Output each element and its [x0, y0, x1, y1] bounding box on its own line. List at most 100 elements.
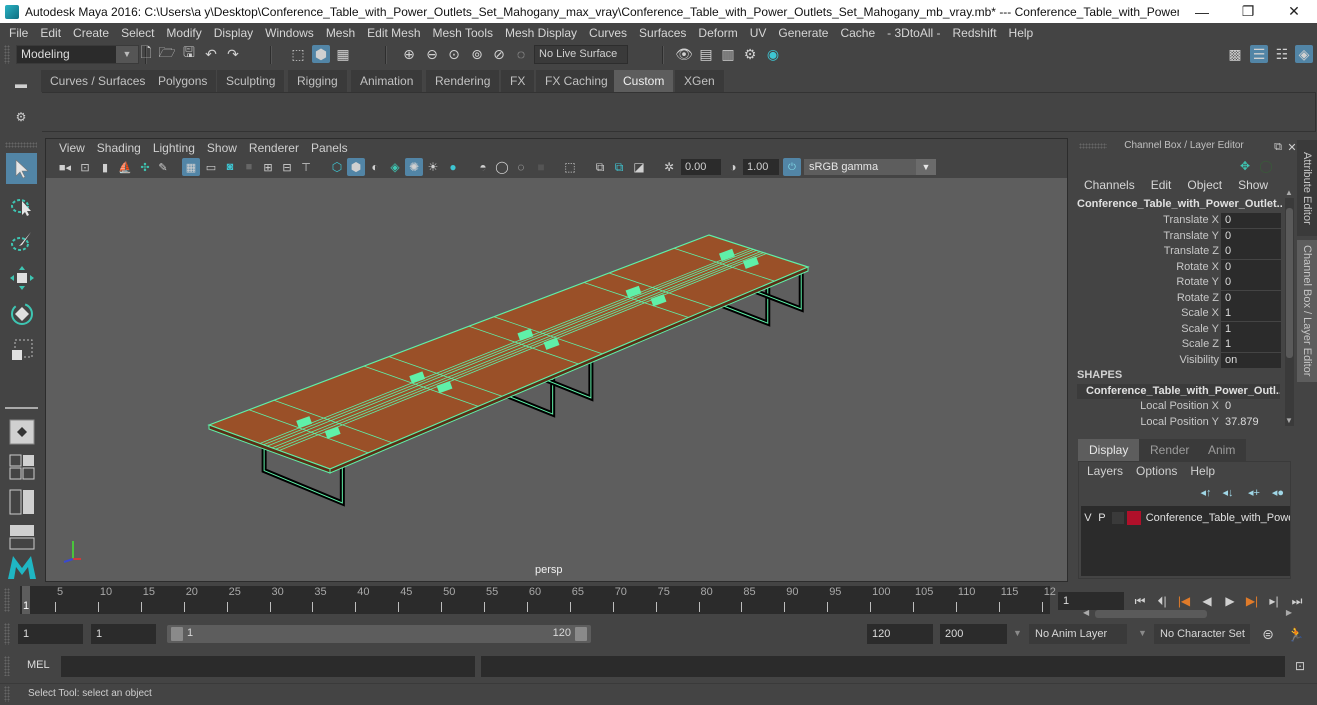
render-current-frame-icon[interactable]: ▤ — [697, 45, 715, 63]
image-plane-icon[interactable]: ⛵ — [116, 158, 134, 176]
shelf-settings-icon[interactable]: ⚙ — [12, 108, 30, 126]
stacked-pane-layout-button[interactable] — [6, 521, 37, 552]
select-hierarchy-icon[interactable]: ⬚ — [289, 45, 307, 63]
shelf-tab-rigging[interactable]: Rigging — [288, 70, 348, 92]
scroll-down-icon[interactable]: ▼ — [1285, 416, 1293, 425]
wireframe-on-shaded-icon[interactable]: ◐ — [366, 158, 384, 176]
menu-curves[interactable]: Curves — [583, 26, 633, 40]
channel-row[interactable]: Scale Y1 — [1073, 321, 1283, 337]
panel-menu-shading[interactable]: Shading — [91, 141, 147, 155]
script-editor-icon[interactable]: ⊡ — [1291, 657, 1309, 675]
menu-edit[interactable]: Edit — [34, 26, 67, 40]
shadows-icon[interactable]: ☀ — [424, 158, 442, 176]
xray-joints-icon[interactable]: ⧉ — [591, 158, 609, 176]
anti-aliasing-icon[interactable]: ◯ — [493, 158, 511, 176]
channel-row[interactable]: Translate Z0 — [1073, 244, 1283, 259]
exposure-field[interactable]: 0.00 — [681, 159, 721, 175]
render-view-icon[interactable]: 👁 — [675, 45, 693, 63]
playback-start-field[interactable]: 1 — [91, 624, 156, 644]
motion-blur-icon[interactable]: ◓ — [474, 158, 492, 176]
snap-curve-icon[interactable]: ⊖ — [423, 45, 441, 63]
close-button[interactable]: ✕ — [1271, 3, 1317, 20]
open-scene-icon[interactable]: 🗁 — [158, 44, 176, 63]
smooth-shade-icon[interactable]: ⬢ — [347, 158, 365, 176]
chevron-down-icon[interactable]: ▼ — [1013, 628, 1022, 638]
scroll-up-icon[interactable]: ▲ — [1285, 188, 1293, 197]
undo-icon[interactable]: ↶ — [202, 45, 220, 63]
time-slider[interactable]: 1 5 10 15 20 25 30 35 40 45 50 55 60 65 70 75 80 85 90 95 1… — [20, 586, 1056, 614]
le-menu-options[interactable]: Options — [1128, 464, 1182, 478]
select-object-icon[interactable]: ⬢ — [312, 45, 330, 63]
animation-start-field[interactable]: 1 — [18, 624, 83, 644]
channel-row[interactable]: Visibility on — [1073, 352, 1283, 368]
panel-menu-show[interactable]: Show — [201, 141, 243, 155]
channel-row[interactable]: Scale Z1 — [1073, 337, 1283, 352]
shape-channel-row[interactable]: Local Position X0 — [1073, 399, 1283, 414]
channel-value-field[interactable]: 0 — [1221, 275, 1281, 290]
play-forwards-button[interactable]: ▶ — [1221, 594, 1239, 608]
view-transform-dropdown[interactable]: sRGB gamma ▼ — [804, 159, 936, 175]
shelf-tab-animation[interactable]: Animation — [351, 70, 424, 92]
current-frame-marker[interactable]: 1 — [22, 586, 30, 614]
shelf-tab-fx-caching[interactable]: FX Caching — [536, 70, 618, 92]
film-gate-icon[interactable]: ▭ — [202, 158, 220, 176]
modeling-toolkit-icon[interactable]: ▩ — [1226, 45, 1244, 63]
2d-pan-zoom-icon[interactable]: ✣ — [136, 158, 154, 176]
channel-label[interactable]: Scale X — [1181, 306, 1219, 321]
redo-icon[interactable]: ↷ — [224, 45, 242, 63]
channel-label[interactable]: Rotate X — [1176, 260, 1219, 275]
select-tool[interactable] — [6, 153, 37, 184]
command-language-toggle[interactable]: MEL — [27, 659, 50, 671]
safe-title-icon[interactable]: ⊤ — [297, 158, 315, 176]
channel-label[interactable]: Scale Y — [1181, 322, 1219, 337]
channel-row[interactable]: Scale X1 — [1073, 306, 1283, 321]
range-end-handle[interactable] — [575, 627, 587, 641]
ambient-occlusion-icon[interactable]: ● — [444, 158, 462, 176]
le-menu-layers[interactable]: Layers — [1079, 464, 1128, 478]
chevron-down-icon[interactable]: ▼ — [1138, 628, 1147, 638]
xray-icon[interactable]: ■ — [532, 158, 550, 176]
shelf-tab-sculpting[interactable]: Sculpting — [217, 70, 286, 92]
layer-display-type-toggle[interactable] — [1111, 512, 1124, 524]
gamma-icon[interactable]: ◑ — [724, 158, 742, 176]
scrollbar-thumb[interactable] — [1286, 208, 1293, 358]
shelf-tab-polygons[interactable]: Polygons — [149, 70, 218, 92]
lasso-tool[interactable] — [6, 190, 37, 221]
layer-color-swatch[interactable] — [1126, 511, 1141, 525]
menu-create[interactable]: Create — [67, 26, 115, 40]
render-settings-icon[interactable]: ⚙ — [741, 45, 759, 63]
shelf-tab-fx[interactable]: FX — [501, 70, 536, 92]
menu-surfaces[interactable]: Surfaces — [633, 26, 692, 40]
menu-file[interactable]: File — [3, 26, 34, 40]
animation-end-field[interactable]: 200 — [940, 624, 1007, 644]
menu-mesh[interactable]: Mesh — [320, 26, 361, 40]
shelf-tab-rendering[interactable]: Rendering — [426, 70, 501, 92]
channel-value-field[interactable]: 1 — [1221, 306, 1281, 321]
channel-box-toggle-icon[interactable]: ☰ — [1250, 45, 1268, 63]
channel-label[interactable]: Scale Z — [1182, 337, 1219, 352]
anim-layer-dropdown[interactable]: No Anim Layer — [1029, 624, 1127, 644]
menu-display[interactable]: Display — [208, 26, 259, 40]
menu-redshift[interactable]: Redshift — [947, 26, 1003, 40]
selected-object-name[interactable]: Conference_Table_with_Power_Outlet... — [1077, 198, 1282, 210]
move-tool[interactable] — [6, 262, 37, 293]
channel-row[interactable]: Rotate Z0 — [1073, 290, 1283, 306]
menu-modify[interactable]: Modify — [160, 26, 207, 40]
new-empty-layer-icon[interactable]: ◂+ — [1245, 483, 1263, 501]
isolate-select-icon[interactable]: ⬚ — [561, 158, 579, 176]
channel-label[interactable]: Local Position X — [1140, 399, 1219, 414]
move-layer-down-icon[interactable]: ◂↓ — [1219, 483, 1237, 501]
panel-menu-panels[interactable]: Panels — [305, 141, 354, 155]
channel-value-field[interactable]: 0 — [1221, 244, 1281, 259]
layer-playback-toggle[interactable]: P — [1095, 512, 1109, 524]
menu-select[interactable]: Select — [115, 26, 160, 40]
move-layer-up-icon[interactable]: ◂↑ — [1197, 483, 1215, 501]
side-tab-channel-box[interactable]: Channel Box / Layer Editor — [1297, 240, 1317, 382]
scroll-right-icon[interactable]: ▶ — [1286, 608, 1292, 617]
menu-generate[interactable]: Generate — [772, 26, 834, 40]
layer-tab-render[interactable]: Render — [1139, 439, 1201, 461]
textured-icon[interactable]: ◈ — [386, 158, 404, 176]
status-line-grip[interactable] — [4, 45, 10, 64]
layer-visibility-toggle[interactable]: V — [1081, 512, 1095, 524]
layer-tab-anim[interactable]: Anim — [1197, 439, 1247, 461]
